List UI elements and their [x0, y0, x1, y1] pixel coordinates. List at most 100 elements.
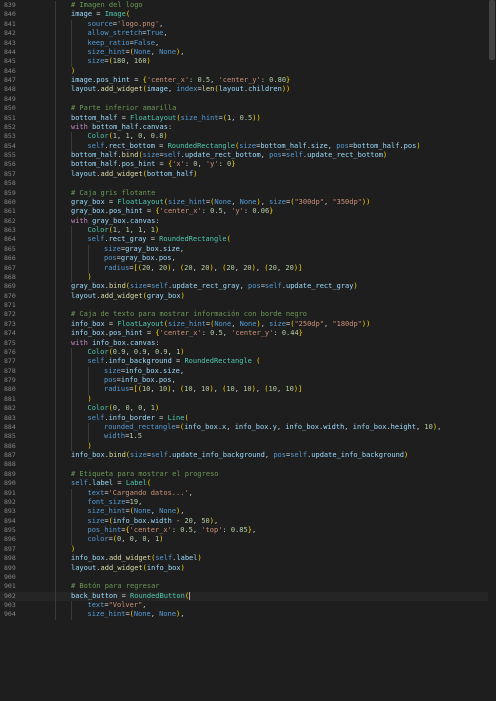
code-line[interactable]: 849 [0, 94, 488, 105]
code-token: , [146, 535, 155, 544]
code-line[interactable]: 875 with info_box.canvas: [0, 338, 488, 348]
code-line[interactable]: 883 self.info_border = Line( [0, 413, 488, 423]
code-text: bottom_half.bind(size=self.update_rect_b… [71, 151, 387, 160]
code-line[interactable]: 860 gray_box = FloatLayout(size_hint=(Non… [0, 197, 488, 208]
code-line[interactable]: 871 [0, 301, 488, 311]
vertical-scrollbar[interactable] [488, 0, 496, 701]
code-editor[interactable]: 839 # Imagen del logo 840 image = Image(841… [0, 0, 496, 701]
code-line[interactable]: 884 rounded_rectangle=(info_box.x, info_b… [0, 422, 488, 433]
code-token: ) [163, 132, 168, 141]
code-line[interactable]: 873 info_box = FloatLayout(size_hint=(Non… [0, 319, 488, 330]
indent-guide [54, 347, 56, 358]
code-line[interactable]: 878 size=info_box.size, [0, 366, 488, 376]
code-text: Color(1, 1, 1, 1) [88, 226, 160, 235]
code-line[interactable]: 866 pos=gray_box.pos, [0, 254, 488, 264]
code-line[interactable]: 880 radius=[(10, 10), (10, 10), (10, 10),… [0, 385, 488, 395]
code-line[interactable]: 894 size=(info_box.width - 20, 50), [0, 516, 488, 526]
code-line[interactable]: 901 # Botón para regresar [0, 582, 488, 592]
code-line[interactable]: 903 text="Volver", [0, 601, 488, 611]
code-line[interactable]: 885 width=1.5 [0, 432, 488, 442]
indent-guide [54, 572, 56, 583]
code-line[interactable]: 861 gray_box.pos_hint = {'center_x': 0.5,… [0, 207, 488, 217]
code-token: 0.9 [112, 347, 126, 356]
code-text: ) [88, 395, 92, 404]
code-line[interactable]: 879 pos=info_box.pos, [0, 376, 488, 386]
code-line[interactable]: 869 gray_box.bind(size=self.update_rect_g… [0, 282, 488, 292]
code-line[interactable]: 890 self.label = Label( [0, 479, 488, 489]
code-line[interactable]: 839 # Imagen del logo [0, 1, 488, 11]
code-line[interactable]: 841 source='logo.png', [0, 19, 488, 30]
code-token: , [192, 385, 202, 394]
code-line[interactable]: 895 pos_hint={'center_x': 0.5, 'top': 0.8… [0, 526, 488, 536]
code-line[interactable]: 846) [0, 66, 488, 76]
code-line[interactable]: 851 bottom_half = FloatLayout(size_hint=(… [0, 113, 488, 123]
code-token: : [184, 160, 194, 169]
code-token: layout [218, 85, 244, 94]
indent-guide [71, 535, 72, 545]
code-line[interactable]: 891 text='Cargando datos...', [0, 488, 488, 498]
code-line[interactable]: 897) [0, 544, 488, 555]
code-line[interactable]: 848 layout.add_widget(image, index=len(la… [0, 85, 488, 95]
code-line[interactable]: 865 size=gray_box.size, [0, 244, 488, 255]
code-line[interactable]: 874 info_box.pos_hint = {'center_x': 0.5,… [0, 329, 488, 339]
code-token: height [390, 422, 416, 431]
code-line[interactable]: 840 image = Image( [0, 10, 488, 20]
code-line[interactable]: 870 layout.add_widget(gray_box) [0, 291, 488, 301]
code-token: size [163, 244, 180, 253]
code-token: ) [71, 66, 76, 75]
code-line[interactable]: 887 info_box.bind(size=self.update_info_b… [0, 451, 488, 461]
code-line[interactable]: 877 self.info_background = RoundedRectang… [0, 357, 488, 367]
code-token: , [327, 141, 337, 150]
code-line[interactable]: 845 size=(180, 160) [0, 57, 488, 67]
code-text: size_hint=(None, None), [88, 507, 185, 516]
code-token: 'center_y' [218, 76, 261, 84]
code-line[interactable]: 888 [0, 460, 488, 470]
code-text: text="Volver", [88, 601, 147, 610]
code-line[interactable]: 858 [0, 179, 488, 189]
code-line[interactable]: 868) [0, 272, 488, 283]
line-number: 885 [4, 432, 16, 441]
code-line[interactable]: 867 radius=[(20, 20), (20, 20), (20, 20),… [0, 263, 488, 273]
code-text: # Caja de texto para mostrar información… [71, 310, 307, 319]
code-line[interactable]: 896 color=(0, 0, 0, 1) [0, 535, 488, 545]
code-token: , [192, 263, 202, 272]
code-token: size [163, 366, 180, 375]
code-line[interactable]: 900 [0, 572, 488, 583]
code-line[interactable]: 859 # Caja gris flotante [0, 188, 488, 198]
code-line[interactable]: 904 size_hint=(None, None), [0, 610, 488, 620]
code-line[interactable]: 863 Color(1, 1, 1, 1) [0, 226, 488, 236]
code-line[interactable]: 876 Color(0.9, 0.9, 0.9, 1) [0, 347, 488, 358]
line-number: 857 [4, 169, 16, 178]
code-line[interactable]: 850 # Parte inferior amarilla [0, 104, 488, 114]
code-token: label [92, 479, 114, 488]
code-line[interactable]: 853 Color(1, 1, 0, 0.8) [0, 132, 488, 142]
code-line[interactable]: 852 with bottom_half.canvas: [0, 122, 488, 133]
code-line[interactable]: 881) [0, 394, 488, 405]
code-line[interactable]: 902 back_button = RoundedButton( [0, 591, 488, 601]
code-line[interactable]: 892 font_size=19, [0, 497, 488, 508]
code-line[interactable]: 898 info_box.add_widget(self.label) [0, 554, 488, 564]
code-line[interactable]: 842 allow_stretch=True, [0, 29, 488, 39]
code-line[interactable]: 855 bottom_half.bind(size=self.update_rec… [0, 151, 488, 161]
code-line[interactable]: 886) [0, 441, 488, 451]
code-line[interactable]: 856 bottom_half.pos_hint = {'x': 0, 'y': … [0, 160, 488, 170]
code-line[interactable]: 843 keep_ratio=False, [0, 38, 488, 48]
code-line[interactable]: 847 image.pos_hint = {'center_x': 0.5, 'c… [0, 76, 488, 86]
code-line[interactable]: 862 with gray_box.canvas: [0, 216, 488, 226]
code-token: Color [87, 226, 109, 234]
scrollbar-thumb[interactable] [489, 0, 495, 60]
code-line[interactable]: 864 self.rect_gray = RoundedRectangle( [0, 235, 488, 245]
code-line[interactable]: 893 size_hint=(None, None), [0, 507, 488, 517]
code-line[interactable]: 899 layout.add_widget(info_box) [0, 563, 488, 573]
indent-guide [54, 469, 56, 480]
code-line[interactable]: 872 # Caja de texto para mostrar informac… [0, 310, 488, 320]
code-line[interactable]: 844 size_hint=(None, None), [0, 47, 488, 58]
code-token: : [201, 207, 211, 216]
code-line[interactable]: 882 Color(0, 0, 0, 1) [0, 404, 488, 414]
code-line[interactable]: 857 layout.add_widget(bottom_half) [0, 169, 488, 180]
code-area[interactable]: 839 # Imagen del logo 840 image = Image(841… [0, 1, 488, 701]
code-line[interactable]: 854 self.rect_bottom = RoundedRectangle(s… [0, 141, 488, 151]
code-token: update_rect_gray [172, 282, 240, 291]
code-line[interactable]: 889 # Etiqueta para mostrar el progreso [0, 469, 488, 480]
indent-guide [54, 582, 56, 592]
